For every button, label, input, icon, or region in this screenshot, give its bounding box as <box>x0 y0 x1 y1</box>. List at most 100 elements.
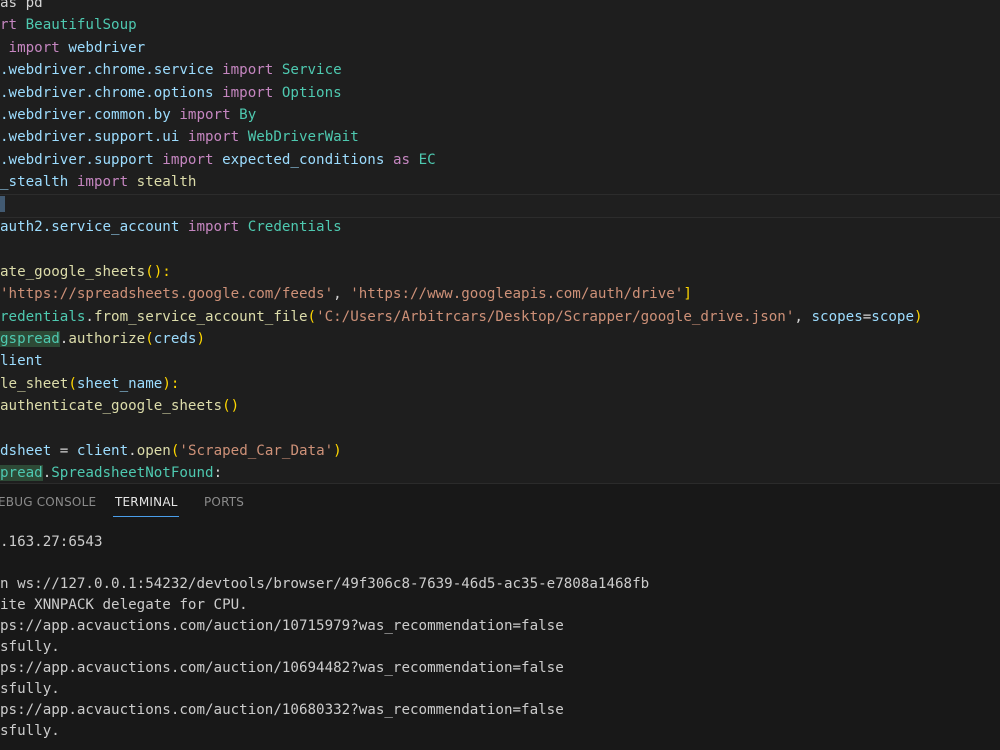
code-token: Credentials <box>247 219 342 235</box>
terminal-line: ps://app.acvauctions.com/auction/1068033… <box>0 702 564 718</box>
code-line[interactable]: 'https://spreadsheets.google.com/feeds',… <box>0 283 692 305</box>
code-token: ate_google_sheets <box>0 263 146 280</box>
active-tab-indicator <box>113 516 179 517</box>
code-line[interactable]: _stealth import stealth <box>0 171 196 193</box>
code-token: .webdriver.support.ui <box>0 129 188 146</box>
code-token: lient <box>0 353 43 370</box>
code-line[interactable]: .webdriver.support import expected_condi… <box>0 149 436 171</box>
code-token: redentials <box>0 308 86 325</box>
code-token: : <box>213 465 223 482</box>
code-token: ): <box>162 375 180 392</box>
code-token: _stealth <box>0 174 77 191</box>
code-token: from_service_account_file <box>93 308 308 325</box>
code-token: ) <box>333 443 342 459</box>
code-token: () <box>222 398 240 415</box>
terminal-line: .163.27:6543 <box>0 534 103 550</box>
code-token: Options <box>281 84 342 101</box>
code-token: .webdriver.chrome.service <box>0 62 223 79</box>
code-token: import <box>179 107 240 123</box>
terminal-line: sfully. <box>0 723 60 739</box>
code-token: import <box>76 174 137 191</box>
text-cursor <box>0 195 5 212</box>
code-line[interactable]: authenticate_google_sheets() <box>0 395 239 417</box>
code-token: expected_conditions <box>222 151 393 168</box>
code-token: ( <box>68 375 77 392</box>
code-line[interactable]: gspread.authorize(creds) <box>0 328 205 350</box>
code-line[interactable]: rt BeautifulSoup <box>0 14 137 36</box>
code-line[interactable]: auth2.service_account import Credentials <box>0 216 342 238</box>
code-token: creds <box>153 331 197 347</box>
code-token: ) <box>914 308 923 325</box>
code-token: import <box>187 219 248 235</box>
code-token: .webdriver.support <box>0 151 163 168</box>
code-token: , <box>794 308 812 325</box>
code-token: authenticate_google_sheets <box>0 398 223 415</box>
panel-tab-bar: EBUG CONSOLE TERMINAL PORTS <box>0 484 1000 522</box>
terminal-line: sfully. <box>0 681 60 697</box>
code-line[interactable]: le_sheet(sheet_name): <box>0 373 179 395</box>
code-token: . <box>128 443 137 459</box>
code-token: , <box>333 286 351 303</box>
code-token: ( <box>307 308 317 325</box>
code-token: open <box>136 443 171 459</box>
code-line[interactable]: redentials.from_service_account_file('C:… <box>0 306 923 328</box>
code-token: WebDriverWait <box>247 129 359 146</box>
code-token: = <box>59 443 77 459</box>
code-token: import <box>222 62 282 79</box>
code-line[interactable]: lient <box>0 350 43 372</box>
code-token: client <box>76 443 129 459</box>
tab-terminal[interactable]: TERMINAL <box>115 495 178 509</box>
code-line[interactable]: .webdriver.support.ui import WebDriverWa… <box>0 126 359 148</box>
code-token: By <box>239 107 257 123</box>
code-token: .webdriver.chrome.options <box>0 84 223 101</box>
code-token: le_sheet <box>0 375 69 392</box>
code-token: = <box>862 308 872 325</box>
code-line[interactable]: .webdriver.chrome.options import Options <box>0 82 342 104</box>
code-token: BeautifulSoup <box>25 17 137 34</box>
tab-debug-console[interactable]: EBUG CONSOLE <box>0 495 96 509</box>
code-editor[interactable]: as pd rt BeautifulSoup import webdriver .w… <box>0 0 1000 483</box>
code-token: authorize <box>68 331 146 347</box>
code-token: ( <box>145 331 154 347</box>
terminal-line: sfully. <box>0 639 60 655</box>
code-token: auth2.service_account <box>0 219 188 235</box>
code-token: Service <box>281 62 342 79</box>
code-token: scope <box>871 308 915 325</box>
terminal-line: n ws://127.0.0.1:54232/devtools/browser/… <box>0 576 650 592</box>
code-token: scopes <box>811 308 863 325</box>
code-line[interactable]: .webdriver.chrome.service import Service <box>0 59 342 81</box>
code-token: ] <box>683 286 692 303</box>
code-token: 'https://spreadsheets.google.com/feeds' <box>0 286 334 303</box>
code-line[interactable] <box>0 193 1000 218</box>
code-line[interactable]: as pd <box>0 0 43 14</box>
code-line[interactable]: .webdriver.common.by import By <box>0 104 256 126</box>
code-line[interactable]: pread.SpreadsheetNotFound: <box>0 462 222 483</box>
code-line[interactable]: ate_google_sheets(): <box>0 261 171 283</box>
code-token: gspread <box>0 331 60 347</box>
code-token: 'Scraped_Car_Data' <box>179 443 334 459</box>
code-line[interactable]: dsheet = client.open('Scraped_Car_Data') <box>0 440 342 462</box>
code-line[interactable]: import webdriver <box>0 37 146 59</box>
code-token: . <box>42 465 52 482</box>
code-token: . <box>85 308 94 325</box>
code-token: import <box>0 39 69 56</box>
code-token: stealth <box>136 174 197 191</box>
terminal-line: ps://app.acvauctions.com/auction/1069448… <box>0 660 564 676</box>
code-token: 'https://www.googleapis.com/auth/drive' <box>350 286 684 303</box>
code-token: sheet_name <box>76 375 163 392</box>
code-token: .webdriver.common.by <box>0 107 180 123</box>
code-token: webdriver <box>68 39 146 56</box>
code-token: import <box>162 151 223 168</box>
code-token: ) <box>196 331 206 347</box>
code-token: dsheet <box>0 443 60 459</box>
bottom-panel: EBUG CONSOLE TERMINAL PORTS .163.27:6543… <box>0 483 1000 750</box>
code-token: import <box>222 84 282 101</box>
code-token: rt <box>0 17 26 34</box>
code-token: as <box>392 151 419 168</box>
code-token: import <box>187 129 248 146</box>
code-token: SpreadsheetNotFound <box>51 465 214 482</box>
code-token: as pd <box>0 0 43 11</box>
tab-ports[interactable]: PORTS <box>204 495 244 509</box>
terminal-line: ite XNNPACK delegate for CPU. <box>0 597 248 613</box>
terminal-line: ps://app.acvauctions.com/auction/1071597… <box>0 618 564 634</box>
